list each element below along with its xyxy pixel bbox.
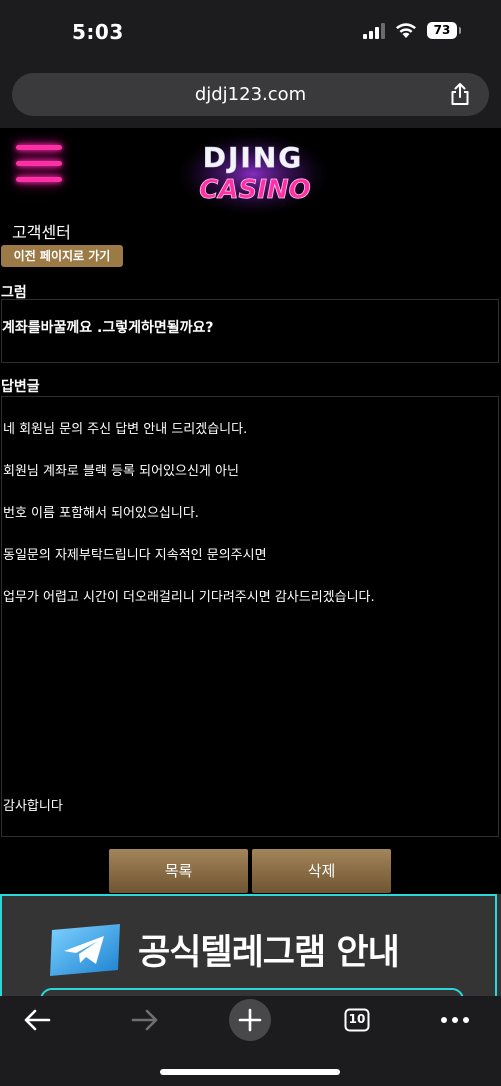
djing-casino-logo[interactable]: DJING CASINO — [178, 132, 328, 214]
question-text: 계좌를바꿀께요 .그렇게하면될까요? — [2, 320, 214, 336]
answer-line: 회원님 계좌로 블랙 등록 되어있으신게 아닌 — [3, 464, 239, 479]
question-box: 계좌를바꿀께요 .그렇게하면될까요? — [1, 299, 499, 363]
back-arrow-icon[interactable] — [22, 1008, 52, 1032]
more-options-icon[interactable] — [440, 1016, 470, 1024]
share-icon[interactable] — [449, 82, 471, 106]
battery-icon: 73 — [427, 22, 461, 39]
status-icons: 73 — [363, 22, 461, 39]
tabs-count: 10 — [348, 1012, 366, 1026]
answer-closing: 감사합니다 — [3, 799, 63, 814]
page-title: 고객센터 — [12, 223, 71, 242]
answer-label: 답변글 — [1, 379, 40, 395]
site-header: DJING CASINO — [0, 128, 501, 220]
telegram-icon — [50, 924, 120, 976]
list-button[interactable]: 목록 — [109, 849, 248, 893]
answer-line: 네 회원님 문의 주신 답변 안내 드리겠습니다. — [3, 422, 248, 437]
answer-box: 네 회원님 문의 주신 답변 안내 드리겠습니다. 회원님 계좌로 블랙 등록 … — [1, 396, 499, 837]
url-text: djdj123.com — [194, 84, 307, 105]
menu-icon[interactable] — [16, 144, 62, 184]
status-bar: 5:03 73 — [0, 0, 501, 62]
answer-line: 동일문의 자제부탁드립니다 지속적인 문의주시면 — [3, 548, 267, 563]
delete-button[interactable]: 삭제 — [252, 849, 391, 893]
address-bar[interactable]: djdj123.com — [12, 73, 489, 116]
answer-line: 번호 이름 포함해서 되어있으십니다. — [3, 506, 199, 521]
back-button[interactable]: 이전 페이지로 가기 — [1, 245, 123, 267]
home-indicator — [160, 1069, 340, 1075]
banner-text: 공식텔레그램 안내 — [138, 933, 400, 973]
forward-arrow-icon[interactable] — [130, 1008, 160, 1032]
browser-address-area: djdj123.com — [0, 62, 501, 128]
status-time: 5:03 — [72, 20, 124, 44]
svg-text:CASINO: CASINO — [199, 175, 310, 205]
tabs-button[interactable]: 10 — [344, 1008, 370, 1032]
cellular-signal-icon — [363, 22, 385, 39]
telegram-banner[interactable]: 공식텔레그램 안내 — [0, 894, 501, 1012]
answer-line: 업무가 어렵고 시간이 더오래걸리니 기다려주시면 감사드리겠습니다. — [3, 590, 375, 605]
wifi-icon — [396, 22, 416, 38]
svg-text:DJING: DJING — [203, 141, 304, 174]
new-tab-plus-icon[interactable] — [229, 999, 271, 1041]
